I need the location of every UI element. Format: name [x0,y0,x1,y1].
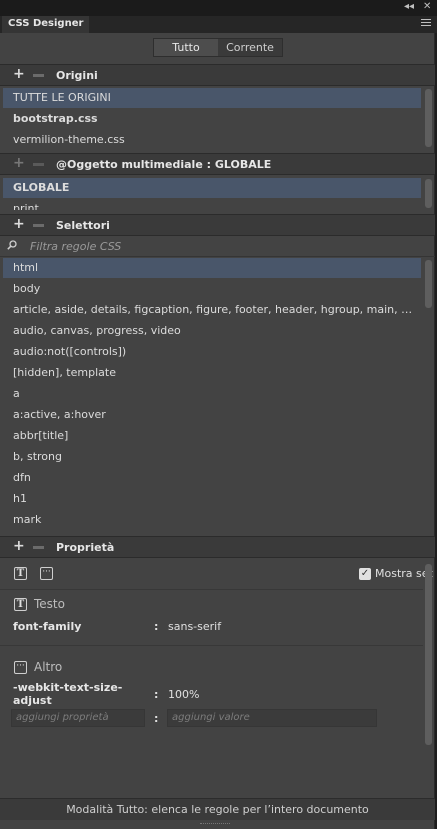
source-item[interactable]: vermilion-theme.css [3,130,421,150]
more-property-icon[interactable]: ··· [40,567,53,580]
close-icon[interactable]: ✕ [423,1,431,12]
selector-item[interactable]: audio, canvas, progress, video [3,321,421,341]
mode-current-button[interactable]: Corrente [218,39,282,56]
selector-item[interactable]: abbr[title] [3,426,421,446]
add-property-field[interactable]: aggiungi proprietà [11,709,145,727]
media-title: @Oggetto multimediale : GLOBALE [56,158,272,171]
selector-item[interactable]: html [3,258,421,278]
text-group-icon: T [14,598,27,611]
sources-header: + Origini [0,64,435,86]
selector-item[interactable]: audio:not([controls]) [3,342,421,362]
selector-item[interactable]: b, strong [3,447,421,467]
property-name: -webkit-text-size-adjust [13,681,123,707]
panel-menu-icon[interactable] [421,19,431,28]
add-value-field[interactable]: aggiungi valore [167,709,377,727]
text-property-icon[interactable]: T [14,567,27,580]
selector-filter[interactable]: Filtra regole CSS [0,237,435,257]
resize-grip[interactable] [200,823,230,826]
selector-item[interactable]: a:active, a:hover [3,405,421,425]
media-scrollbar[interactable] [425,179,432,208]
group-divider [0,645,423,646]
panel-topbar: ◂◂ ✕ [0,0,437,16]
sources-title: Origini [56,69,98,82]
filter-input[interactable]: Filtra regole CSS [30,240,121,253]
selectors-header: + Selettori [0,214,435,236]
media-item[interactable]: GLOBALE [3,178,421,198]
selector-item[interactable]: h1 [3,489,421,509]
properties-header: + Proprietà [0,536,435,558]
property-value[interactable]: 100% [168,688,199,701]
minus-icon[interactable] [33,546,44,549]
css-designer-panel: Tutto Corrente + Origini TUTTE LE ORIGIN… [0,33,435,829]
collapse-icon[interactable]: ◂◂ [404,1,414,12]
plus-icon[interactable]: + [13,66,25,82]
text-group-title: Testo [34,597,65,611]
selectors-scrollbar[interactable] [425,260,432,308]
property-colon: : [154,688,159,701]
selector-item[interactable]: mark [3,510,421,530]
media-header: + @Oggetto multimediale : GLOBALE [0,153,435,175]
source-item[interactable]: bootstrap.css [3,109,421,129]
other-group-icon: ··· [14,661,27,674]
mode-toggle: Tutto Corrente [153,38,283,57]
plus-icon[interactable]: + [13,155,25,171]
properties-title: Proprietà [56,541,115,554]
minus-icon[interactable] [33,74,44,77]
selector-item[interactable]: a [3,384,421,404]
property-colon: : [154,620,159,633]
tab-css-designer[interactable]: CSS Designer [2,16,90,33]
search-icon [7,240,17,250]
selector-item[interactable]: dfn [3,468,421,488]
selector-item[interactable]: body [3,279,421,299]
selector-item[interactable]: [hidden], template [3,363,421,383]
checkbox-icon[interactable]: ✓ [359,568,371,580]
panel-tabbar: CSS Designer [0,16,437,33]
sources-scrollbar[interactable] [425,89,432,147]
properties-scrollbar[interactable] [425,564,432,745]
mode-all-button[interactable]: Tutto [154,39,218,56]
property-colon: : [154,712,159,725]
selector-item[interactable]: article, aside, details, figcaption, fig… [3,300,421,320]
property-value[interactable]: sans-serif [168,620,221,633]
property-name: font-family [13,620,82,633]
minus-icon[interactable] [33,224,44,227]
source-item[interactable]: TUTTE LE ORIGINI [3,88,421,108]
selectors-title: Selettori [56,219,110,232]
other-group-title: Altro [34,660,63,674]
minus-icon[interactable] [33,163,44,166]
status-bar: Modalità Tutto: elenca le regole per l’i… [0,798,435,820]
plus-icon[interactable]: + [13,538,25,554]
media-item[interactable]: print [3,199,421,210]
plus-icon[interactable]: + [13,216,25,232]
properties-divider [0,589,423,590]
